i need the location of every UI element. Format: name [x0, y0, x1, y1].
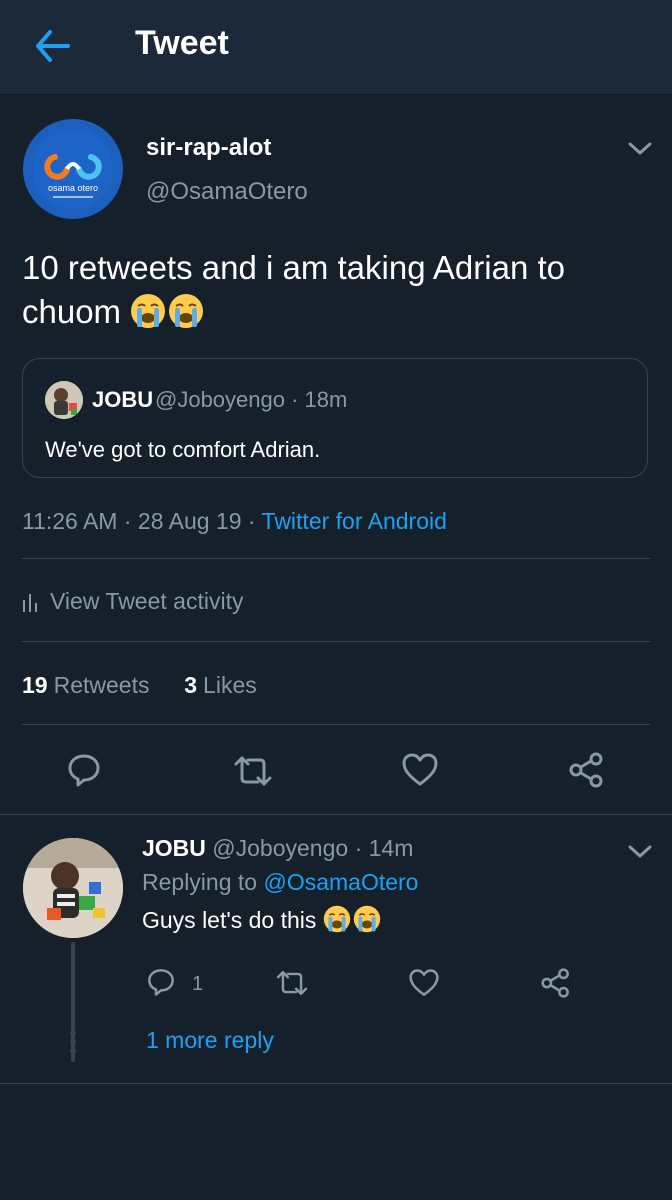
loudly-crying-face-icon: [131, 294, 166, 328]
divider: [22, 558, 650, 559]
tweet-meta: 11:26 AM · 28 Aug 19 · Twitter for Andro…: [22, 508, 447, 535]
retweet-icon[interactable]: [232, 754, 274, 793]
replying-to: Replying to @OsamaOtero: [142, 869, 418, 896]
author-handle[interactable]: @OsamaOtero: [146, 178, 308, 206]
divider: [22, 724, 650, 725]
like-heart-icon[interactable]: [401, 752, 439, 793]
tweet-timestamp: 11:26 AM · 28 Aug 19 ·: [22, 508, 262, 534]
view-tweet-activity[interactable]: View Tweet activity: [22, 588, 243, 615]
reply-author-name[interactable]: JOBU: [142, 835, 206, 861]
reply-author: JOBU @Joboyengo · 14m: [142, 835, 413, 862]
thread-dot: [70, 1039, 76, 1045]
retweets-stat[interactable]: 19 Retweets: [22, 672, 149, 698]
chevron-down-icon[interactable]: [626, 841, 654, 861]
replying-to-label: Replying to: [142, 869, 264, 895]
reply-count: 1: [192, 973, 204, 995]
tweet-stats: 19 Retweets 3 Likes: [22, 672, 257, 699]
reply-text: Guys let's do this: [142, 905, 383, 934]
reply-icon[interactable]: [66, 752, 102, 793]
retweets-label: Retweets: [53, 672, 150, 698]
thread-dot: [70, 1048, 76, 1054]
retweets-count: 19: [22, 672, 48, 698]
thread-dot: [70, 1030, 76, 1036]
loudly-crying-face-icon: [169, 294, 204, 328]
retweet-icon[interactable]: [274, 969, 310, 1002]
reply-author-handle: @Joboyengo · 14m: [212, 835, 414, 861]
tweet-text: 10 retweets and i am taking Adrian to ch…: [22, 246, 642, 334]
quote-author-handle: @Joboyengo · 18m: [155, 387, 348, 412]
section-divider: [0, 1083, 672, 1084]
page-title: Tweet: [135, 24, 229, 62]
app-header: Tweet: [0, 0, 672, 95]
osama-otero-logo: osama otero: [23, 119, 123, 219]
like-heart-icon[interactable]: [408, 968, 440, 1003]
tweet-text-line1: 10 retweets and i am taking Adrian to: [22, 249, 565, 286]
author-name[interactable]: sir-rap-alot: [146, 134, 271, 162]
author-avatar[interactable]: osama otero: [23, 119, 123, 219]
replying-to-handle[interactable]: @OsamaOtero: [263, 869, 418, 895]
quote-author-name: JOBU: [92, 387, 154, 412]
share-icon[interactable]: [568, 752, 606, 793]
quote-text: We've got to comfort Adrian.: [45, 437, 321, 462]
loudly-crying-face-icon: [323, 905, 351, 933]
tweet-source-link[interactable]: Twitter for Android: [262, 508, 447, 534]
view-tweet-activity-label: View Tweet activity: [50, 588, 244, 614]
reply-icon[interactable]: [146, 967, 176, 1002]
share-icon[interactable]: [540, 968, 572, 1003]
divider: [22, 641, 650, 642]
tweet-text-line2: chuom: [22, 293, 122, 330]
likes-count: 3: [184, 672, 198, 698]
quoted-tweet[interactable]: JOBU @Joboyengo · 18m We've got to comfo…: [22, 358, 648, 478]
reply-text-body: Guys let's do this: [142, 907, 317, 933]
likes-label: Likes: [203, 672, 257, 698]
loudly-crying-face-icon: [353, 905, 381, 933]
svg-text:osama otero: osama otero: [48, 183, 98, 193]
back-arrow-icon[interactable]: [30, 26, 74, 66]
reply-tweet[interactable]: JOBU @Joboyengo · 14m Replying to @Osama…: [0, 815, 672, 1083]
more-replies-link[interactable]: 1 more reply: [146, 1027, 274, 1054]
reply-author-avatar[interactable]: [23, 838, 123, 938]
bar-chart-icon: [23, 594, 37, 612]
chevron-down-icon[interactable]: [626, 138, 654, 158]
quote-avatar: [45, 381, 83, 419]
likes-stat[interactable]: 3 Likes: [184, 672, 257, 698]
